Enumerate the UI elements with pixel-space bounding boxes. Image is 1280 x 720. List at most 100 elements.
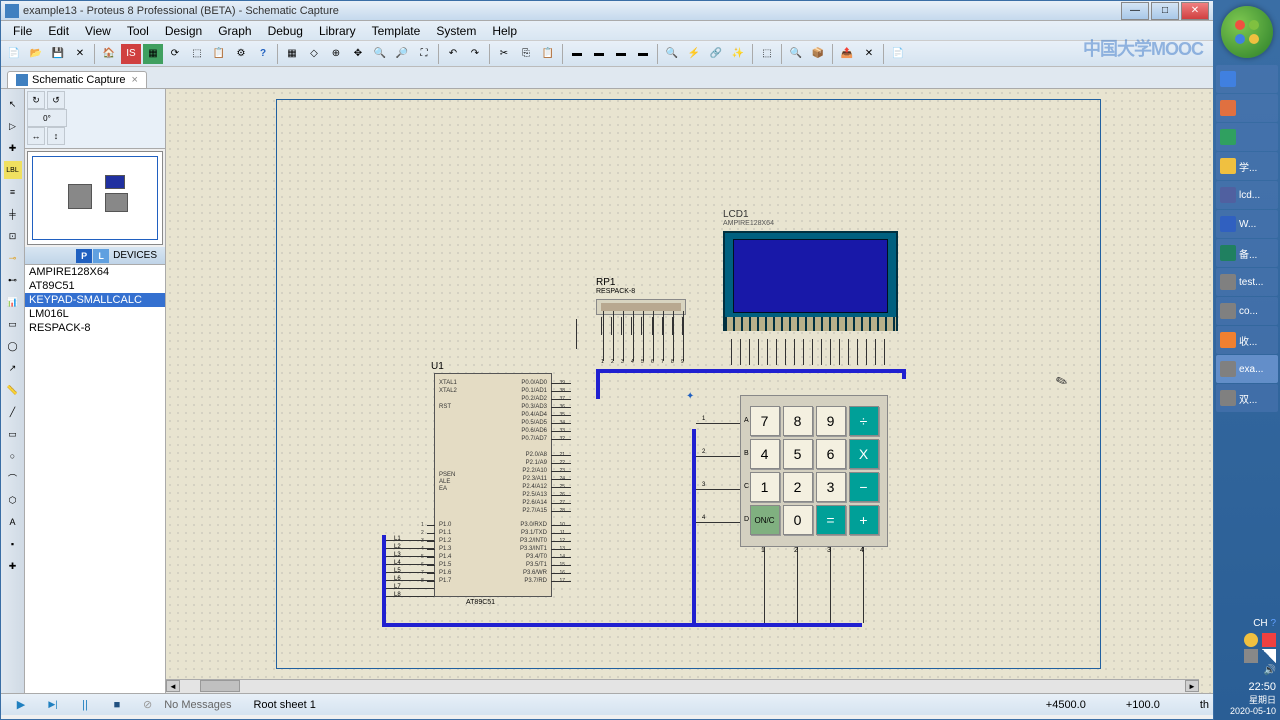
keypad-key[interactable]: = <box>816 505 846 535</box>
probe-icon[interactable]: ↗ <box>4 359 22 377</box>
taskbar-item[interactable]: 双... <box>1216 384 1278 412</box>
pick-button[interactable]: P <box>76 249 92 263</box>
keypad-key[interactable]: X <box>849 439 879 469</box>
find-icon[interactable]: 🔍 <box>786 44 806 64</box>
keypad-key[interactable]: 3 <box>816 472 846 502</box>
volume-icon[interactable]: 🔊 <box>1262 665 1276 679</box>
network-icon[interactable] <box>1262 649 1276 663</box>
keypad-key[interactable]: ON/C <box>750 505 780 535</box>
tab-schematic[interactable]: Schematic Capture × <box>7 71 147 88</box>
tape-icon[interactable]: ▭ <box>4 315 22 333</box>
block2-icon[interactable]: ▬ <box>589 44 609 64</box>
copy-icon[interactable]: ⎘ <box>516 44 536 64</box>
keypad-key[interactable]: 5 <box>783 439 813 469</box>
tray-icon[interactable] <box>1244 649 1258 663</box>
net-icon[interactable]: 🔗 <box>706 44 726 64</box>
scroll-left-icon[interactable]: ◄ <box>166 680 180 692</box>
terminal-icon[interactable]: ⊸ <box>4 249 22 267</box>
menu-edit[interactable]: Edit <box>40 22 77 40</box>
snap-icon[interactable]: ◇ <box>304 44 324 64</box>
device-item[interactable]: RESPACK-8 <box>25 321 165 335</box>
device-item[interactable]: KEYPAD-SMALLCALC <box>25 293 165 307</box>
scroll-thumb[interactable] <box>200 680 240 692</box>
clock-day[interactable]: 星期日 <box>1218 693 1276 706</box>
menu-system[interactable]: System <box>428 22 484 40</box>
home-icon[interactable]: 🏠 <box>99 44 119 64</box>
menu-view[interactable]: View <box>77 22 119 40</box>
pcb-icon[interactable]: ▦ <box>143 44 163 64</box>
mirror-v-icon[interactable]: ↕ <box>47 127 65 145</box>
wand-icon[interactable]: ✨ <box>728 44 748 64</box>
taskbar-item[interactable]: 学... <box>1216 152 1278 180</box>
text2-icon[interactable]: A <box>4 513 22 531</box>
maximize-button[interactable]: □ <box>1151 2 1179 20</box>
help-icon[interactable]: ? <box>253 44 273 64</box>
step-button[interactable]: ▶| <box>41 696 65 714</box>
stop-button[interactable]: ■ <box>105 696 129 714</box>
open-icon[interactable]: 📂 <box>26 44 46 64</box>
keypad-key[interactable]: + <box>849 505 879 535</box>
report-icon[interactable]: 📄 <box>888 44 908 64</box>
menu-help[interactable]: Help <box>484 22 525 40</box>
system-tray[interactable]: CH ? 🔊 22:50 星期日 2020-05-10 <box>1214 614 1280 720</box>
menu-file[interactable]: File <box>5 22 40 40</box>
taskbar-item[interactable]: lcd... <box>1216 181 1278 209</box>
paste-icon[interactable]: 📋 <box>538 44 558 64</box>
play-button[interactable]: ▶ <box>9 696 33 714</box>
bus-icon[interactable]: ╪ <box>4 205 22 223</box>
minimize-button[interactable]: — <box>1121 2 1149 20</box>
keypad-key[interactable]: 6 <box>816 439 846 469</box>
zoom-out-icon[interactable]: 🔎 <box>392 44 412 64</box>
zoom-all-icon[interactable]: ⛶ <box>414 44 434 64</box>
keypad-key[interactable]: ÷ <box>849 406 879 436</box>
taskbar-item[interactable]: 收... <box>1216 326 1278 354</box>
label-icon[interactable]: LBL <box>4 161 22 179</box>
device-item[interactable]: AT89C51 <box>25 279 165 293</box>
subckt-icon[interactable]: ⊡ <box>4 227 22 245</box>
bom-icon[interactable]: 📋 <box>209 44 229 64</box>
comp-icon[interactable]: ⬚ <box>757 44 777 64</box>
component-respack[interactable]: RP1 RESPACK-8 <box>596 277 688 347</box>
schem-icon[interactable]: IS <box>121 44 141 64</box>
clock-time[interactable]: 22:50 <box>1218 681 1276 693</box>
mirror-h-icon[interactable]: ↔ <box>27 127 45 145</box>
start-button[interactable] <box>1221 6 1273 58</box>
new-icon[interactable]: 📄 <box>4 44 24 64</box>
junction-icon[interactable]: ✚ <box>4 139 22 157</box>
tab-close-icon[interactable]: × <box>132 74 138 86</box>
lib-button[interactable]: L <box>93 249 109 263</box>
keypad-key[interactable]: 0 <box>783 505 813 535</box>
pause-button[interactable]: || <box>73 696 97 714</box>
component-keypad[interactable]: 789÷456X123−ON/C0=+ <box>740 395 888 555</box>
keypad-key[interactable]: 7 <box>750 406 780 436</box>
close-icon[interactable]: ✕ <box>70 44 90 64</box>
graph-icon[interactable]: 📊 <box>4 293 22 311</box>
keypad-key[interactable]: − <box>849 472 879 502</box>
canvas[interactable]: LCD1 AMPIRE128X64 RP1 RESPACK-8 U1 XTAL1… <box>165 89 1213 693</box>
gen-icon[interactable]: ◯ <box>4 337 22 355</box>
meter-icon[interactable]: 📏 <box>4 381 22 399</box>
origin-icon[interactable]: ⊕ <box>326 44 346 64</box>
box-icon[interactable]: ▭ <box>4 425 22 443</box>
component-icon[interactable]: ▷ <box>4 117 22 135</box>
menu-library[interactable]: Library <box>311 22 364 40</box>
keypad-key[interactable]: 8 <box>783 406 813 436</box>
taskbar-item[interactable]: test... <box>1216 268 1278 296</box>
path-icon[interactable]: ⬡ <box>4 491 22 509</box>
pkg-icon[interactable]: 📦 <box>808 44 828 64</box>
keypad-key[interactable]: 4 <box>750 439 780 469</box>
menu-graph[interactable]: Graph <box>210 22 259 40</box>
component-lcd[interactable]: LCD1 AMPIRE128X64 <box>723 209 898 339</box>
rotate-cw-icon[interactable]: ↻ <box>27 91 45 109</box>
pin-icon[interactable]: ⊷ <box>4 271 22 289</box>
overview-panel[interactable] <box>27 151 163 245</box>
menu-design[interactable]: Design <box>157 22 210 40</box>
export-icon[interactable]: 📤 <box>837 44 857 64</box>
scrollbar-horizontal[interactable]: ◄ ► <box>166 679 1199 693</box>
select-icon[interactable]: ↖ <box>4 95 22 113</box>
keypad-key[interactable]: 1 <box>750 472 780 502</box>
redo-icon[interactable]: ↷ <box>465 44 485 64</box>
marker-icon[interactable]: ✚ <box>4 557 22 575</box>
search-icon[interactable]: 🔍 <box>662 44 682 64</box>
component-mcu[interactable]: U1 XTAL1XTAL2RSTPSENALEEAP1.0P1.1P1.2P1.… <box>426 369 592 597</box>
